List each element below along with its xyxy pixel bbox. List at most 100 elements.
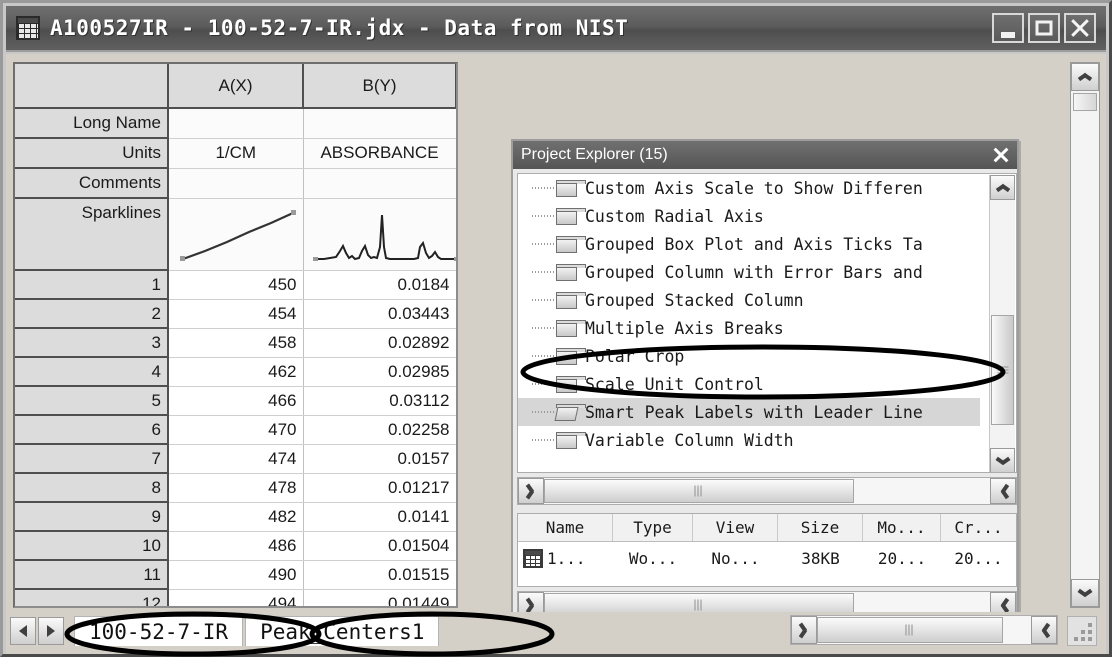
tree-item[interactable]: Grouped Box Plot and Axis Ticks Ta: [518, 230, 980, 258]
cell-units-b[interactable]: ABSORBANCE: [303, 138, 456, 169]
tree-item[interactable]: Multiple Axis Breaks: [518, 314, 980, 342]
cell-b[interactable]: 0.02892: [303, 328, 456, 358]
tree-hscroll-thumb[interactable]: [544, 479, 854, 503]
scroll-down-button[interactable]: [1071, 579, 1099, 607]
column-header-a[interactable]: A(X): [168, 64, 304, 109]
row-number[interactable]: 9: [15, 502, 169, 532]
cell-a[interactable]: 450: [168, 270, 304, 300]
row-number[interactable]: 5: [15, 386, 169, 416]
bottom-hscroll-track[interactable]: [817, 616, 1031, 644]
cell-units-a[interactable]: 1/CM: [168, 138, 304, 169]
row-number[interactable]: 8: [15, 473, 169, 503]
cell-a[interactable]: 458: [168, 328, 304, 358]
maximize-button[interactable]: [1028, 13, 1060, 43]
tree-scroll-left-button[interactable]: [518, 478, 544, 504]
cell-b[interactable]: 0.01515: [303, 560, 456, 590]
project-tree[interactable]: Custom Axis Scale to Show Differen Custo…: [517, 173, 1017, 473]
row-label-units[interactable]: Units: [15, 138, 169, 169]
tree-item[interactable]: Polar Crop: [518, 342, 980, 370]
scroll-up-button[interactable]: [1071, 63, 1099, 91]
cell-b[interactable]: 0.02985: [303, 357, 456, 387]
tree-item[interactable]: Custom Radial Axis: [518, 202, 980, 230]
cell-a[interactable]: 466: [168, 386, 304, 416]
tree-item[interactable]: Variable Column Width: [518, 426, 980, 454]
cell-b[interactable]: 0.01504: [303, 531, 456, 561]
bottom-hscroll-thumb[interactable]: [817, 617, 1003, 643]
cell-a[interactable]: 490: [168, 560, 304, 590]
sheet-tab-peak-centers[interactable]: Peak_Centers1: [245, 616, 440, 646]
vertical-scrollbar-thumb[interactable]: [1073, 93, 1097, 111]
row-label-comments[interactable]: Comments: [15, 168, 169, 199]
cell-comments-a[interactable]: [168, 168, 304, 199]
previous-tab-button[interactable]: [10, 617, 36, 645]
cell-b[interactable]: 0.03112: [303, 386, 456, 416]
column-header-view[interactable]: View: [693, 514, 778, 541]
corner-header[interactable]: [15, 64, 169, 109]
tree-item[interactable]: Scale Unit Control: [518, 370, 980, 398]
cell-a[interactable]: 478: [168, 473, 304, 503]
maximize-icon: [1035, 20, 1053, 36]
close-icon[interactable]: [991, 145, 1011, 165]
bottom-scroll-left-button[interactable]: [791, 616, 817, 644]
sheet-tab-data[interactable]: 100-52-7-IR: [74, 616, 244, 646]
next-tab-button[interactable]: [38, 617, 64, 645]
column-header-created[interactable]: Cr...: [941, 514, 1016, 541]
row-number[interactable]: 1: [15, 270, 169, 300]
cell-a[interactable]: 474: [168, 444, 304, 474]
cell-b[interactable]: 0.01217: [303, 473, 456, 503]
cell-b[interactable]: 0.0184: [303, 270, 456, 300]
cell-long-name-a[interactable]: [168, 108, 304, 139]
worksheet-grid[interactable]: A(X) B(Y) Long Name Units 1/CM ABSORBANC…: [13, 62, 458, 608]
cell-b[interactable]: 0.0157: [303, 444, 456, 474]
detail-list-row[interactable]: 1... Wo... No... 38KB 20... 20...: [518, 542, 1016, 574]
column-header-b[interactable]: B(Y): [303, 64, 456, 109]
close-button[interactable]: [1064, 13, 1096, 43]
row-number[interactable]: 10: [15, 531, 169, 561]
row-label-long-name[interactable]: Long Name: [15, 108, 169, 139]
row-label-sparklines[interactable]: Sparklines: [15, 198, 169, 271]
cell-b[interactable]: 0.0141: [303, 502, 456, 532]
cell-b[interactable]: 0.01449: [303, 589, 456, 606]
cell-b[interactable]: 0.02258: [303, 415, 456, 445]
tree-item[interactable]: Grouped Stacked Column: [518, 286, 980, 314]
column-header-name[interactable]: Name: [518, 514, 613, 541]
row-number[interactable]: 4: [15, 357, 169, 387]
cell-a[interactable]: 486: [168, 531, 304, 561]
bottom-scroll-right-button[interactable]: [1031, 616, 1057, 644]
tree-item[interactable]: Grouped Column with Error Bars and: [518, 258, 980, 286]
tree-scroll-up-button[interactable]: [990, 175, 1015, 200]
tree-item[interactable]: Custom Axis Scale to Show Differen: [518, 174, 980, 202]
tree-scroll-right-button[interactable]: [990, 478, 1016, 504]
main-vertical-scrollbar[interactable]: [1070, 62, 1100, 608]
sparkline-line-rising[interactable]: [168, 198, 304, 271]
column-header-type[interactable]: Type: [613, 514, 693, 541]
cell-a[interactable]: 462: [168, 357, 304, 387]
tree-hscroll-track[interactable]: [544, 478, 990, 504]
row-number[interactable]: 7: [15, 444, 169, 474]
cell-a[interactable]: 494: [168, 589, 304, 606]
cell-a[interactable]: 482: [168, 502, 304, 532]
row-number[interactable]: 11: [15, 560, 169, 590]
cell-a[interactable]: 470: [168, 415, 304, 445]
bottom-horizontal-scrollbar[interactable]: [790, 615, 1058, 645]
row-number[interactable]: 6: [15, 415, 169, 445]
row-number[interactable]: 2: [15, 299, 169, 329]
tree-connector-icon: [532, 383, 554, 385]
tree-scroll-down-button[interactable]: [990, 448, 1015, 472]
tree-item-selected[interactable]: Smart Peak Labels with Leader Line: [518, 398, 980, 426]
tree-vertical-scrollbar[interactable]: [989, 175, 1015, 472]
project-detail-list[interactable]: Name Type View Size Mo... Cr... 1... Wo.…: [517, 513, 1017, 587]
tree-horizontal-scrollbar[interactable]: [517, 477, 1017, 505]
column-header-size[interactable]: Size: [778, 514, 863, 541]
row-number[interactable]: 3: [15, 328, 169, 358]
cell-comments-b[interactable]: [303, 168, 456, 199]
minimize-button[interactable]: [992, 13, 1024, 43]
column-header-modified[interactable]: Mo...: [863, 514, 941, 541]
cell-b[interactable]: 0.03443: [303, 299, 456, 329]
tree-scrollbar-thumb[interactable]: [991, 315, 1014, 425]
sparkline-ir-spectrum[interactable]: [303, 198, 456, 271]
resize-grip[interactable]: [1067, 616, 1097, 646]
row-number[interactable]: 12: [15, 589, 169, 606]
cell-a[interactable]: 454: [168, 299, 304, 329]
cell-long-name-b[interactable]: [303, 108, 456, 139]
